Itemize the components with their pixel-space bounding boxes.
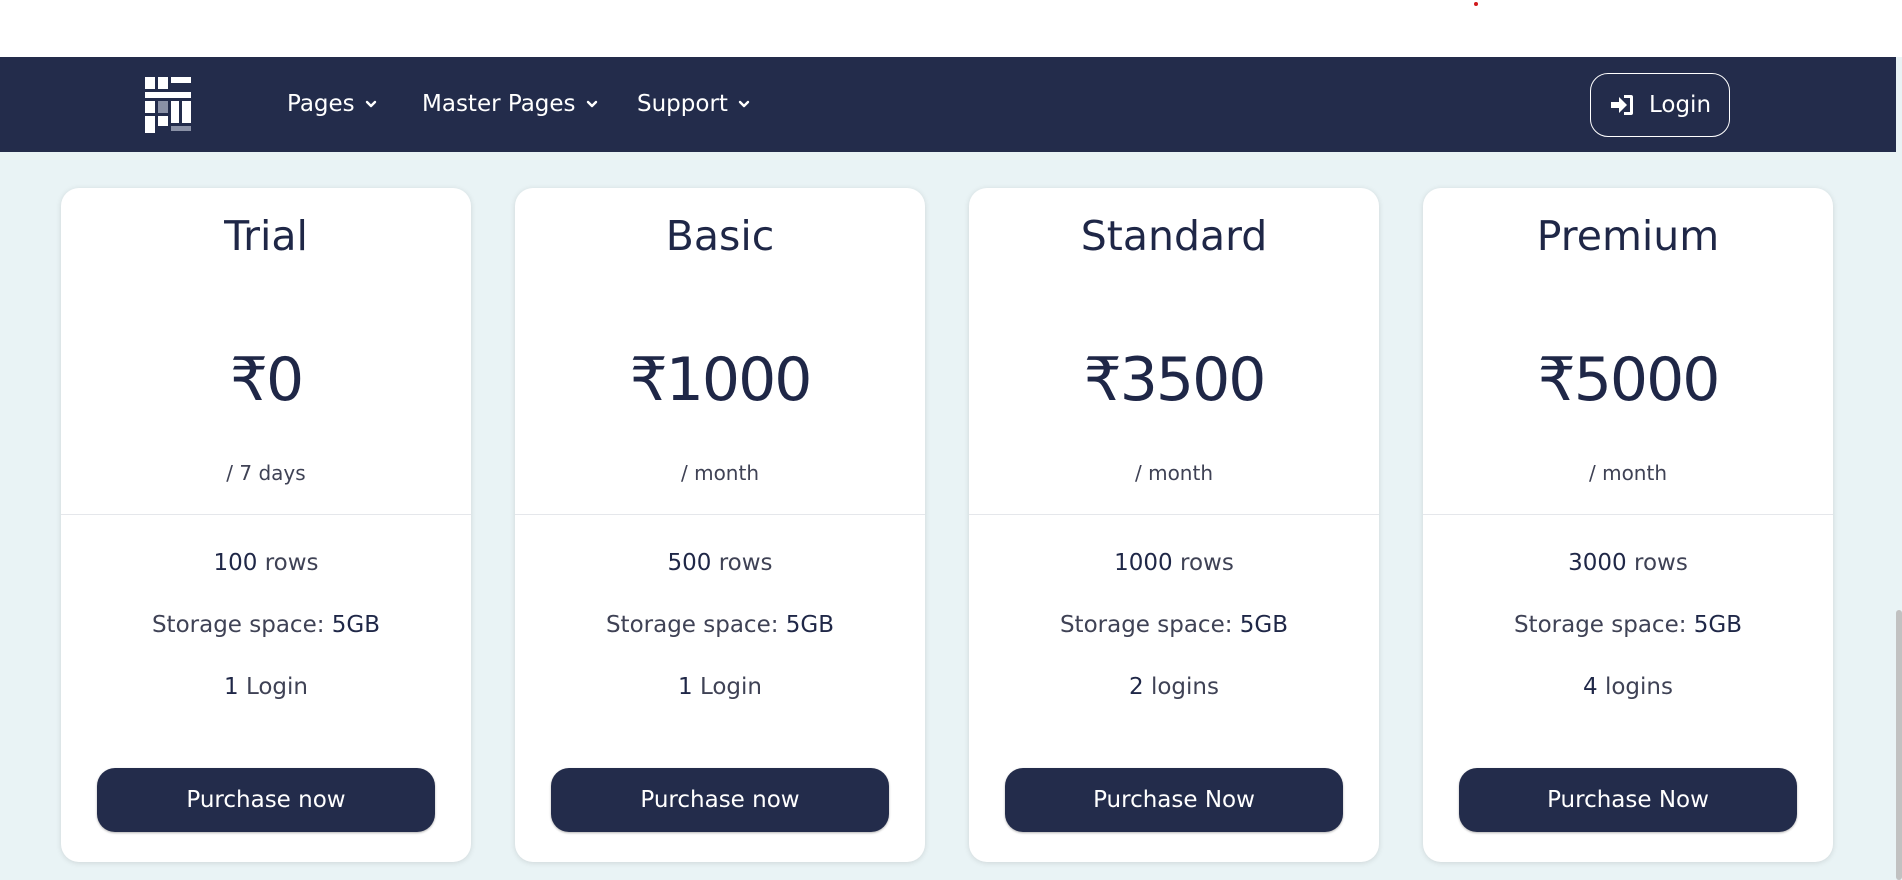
- login-label: Login: [1648, 92, 1712, 118]
- chevron-down-icon: [738, 100, 750, 108]
- feature-label: Storage space:: [1059, 612, 1233, 638]
- plan-name: Premium: [1536, 212, 1720, 260]
- red-dot: [1474, 2, 1478, 6]
- plan-period: / month: [1134, 461, 1213, 485]
- feature-value: 5GB: [785, 612, 835, 638]
- feature-label: logins: [1150, 674, 1219, 700]
- feature-storage: Storage space: 5GB: [61, 612, 471, 638]
- feature-rows: 3000 rows: [1423, 550, 1833, 576]
- navbar: Pages Master Pages Support Login: [0, 57, 1896, 152]
- feature-logins: 1 Login: [61, 674, 471, 700]
- feature-label: Login: [699, 674, 762, 700]
- pricing-card-trial: Trial ₹0 / 7 days 100 rows Storage space…: [61, 188, 471, 862]
- plan-price: ₹1000: [629, 345, 813, 415]
- feature-value: 500: [667, 550, 712, 576]
- feature-value: 5GB: [1693, 612, 1743, 638]
- nav-item-label: Pages: [287, 91, 355, 117]
- feature-value: 1: [677, 674, 693, 700]
- purchase-button[interactable]: Purchase Now: [1459, 768, 1797, 832]
- scrollbar-thumb[interactable]: [1896, 610, 1902, 880]
- nav-item-label: Support: [637, 91, 728, 117]
- chevron-down-icon: [586, 100, 597, 108]
- purchase-button[interactable]: Purchase now: [97, 768, 435, 832]
- card-divider: [515, 514, 925, 515]
- plan-period: / month: [1588, 461, 1667, 485]
- feature-label: Storage space:: [605, 612, 779, 638]
- card-divider: [61, 514, 471, 515]
- feature-value: 100: [213, 550, 258, 576]
- plan-name: Trial: [224, 212, 308, 260]
- feature-value: 1: [223, 674, 239, 700]
- nav-item-support[interactable]: Support: [637, 87, 751, 121]
- card-divider: [1423, 514, 1833, 515]
- feature-storage: Storage space: 5GB: [1423, 612, 1833, 638]
- sign-in-icon: [1610, 95, 1633, 115]
- card-divider: [969, 514, 1379, 515]
- feature-label: rows: [1180, 550, 1234, 576]
- feature-value: 5GB: [331, 612, 381, 638]
- feature-value: 1000: [1114, 550, 1173, 576]
- feature-logins: 4 logins: [1423, 674, 1833, 700]
- pricing-card-premium: Premium ₹5000 / month 3000 rows Storage …: [1423, 188, 1833, 862]
- plan-price: ₹3500: [1083, 345, 1267, 415]
- feature-label: Storage space:: [1513, 612, 1687, 638]
- login-button[interactable]: Login: [1590, 73, 1730, 137]
- pricing-card-basic: Basic ₹1000 / month 500 rows Storage spa…: [515, 188, 925, 862]
- logo-icon[interactable]: [145, 77, 191, 133]
- feature-logins: 1 Login: [515, 674, 925, 700]
- plan-price: ₹0: [229, 345, 304, 415]
- feature-label: rows: [718, 550, 773, 576]
- feature-label: Login: [245, 674, 308, 700]
- feature-label: rows: [1634, 550, 1688, 576]
- plan-price: ₹5000: [1537, 345, 1721, 415]
- purchase-button[interactable]: Purchase Now: [1005, 768, 1343, 832]
- plan-period: / month: [680, 461, 759, 485]
- pricing-card-standard: Standard ₹3500 / month 1000 rows Storage…: [969, 188, 1379, 862]
- feature-rows: 100 rows: [61, 550, 471, 576]
- feature-storage: Storage space: 5GB: [515, 612, 925, 638]
- nav-item-pages[interactable]: Pages: [287, 87, 378, 121]
- feature-label: rows: [264, 550, 319, 576]
- feature-label: logins: [1604, 674, 1673, 700]
- feature-value: 5GB: [1239, 612, 1289, 638]
- feature-value: 3000: [1568, 550, 1627, 576]
- plan-period: / 7 days: [226, 461, 306, 485]
- feature-label: Storage space:: [151, 612, 325, 638]
- chevron-down-icon: [365, 100, 376, 108]
- nav-item-label: Master Pages: [422, 91, 576, 117]
- feature-storage: Storage space: 5GB: [969, 612, 1379, 638]
- feature-rows: 500 rows: [515, 550, 925, 576]
- feature-logins: 2 logins: [969, 674, 1379, 700]
- feature-value: 4: [1583, 674, 1598, 700]
- plan-name: Standard: [1080, 212, 1268, 260]
- plan-name: Basic: [665, 212, 775, 260]
- purchase-button[interactable]: Purchase now: [551, 768, 889, 832]
- top-strip: [0, 0, 1902, 57]
- nav-item-master-pages[interactable]: Master Pages: [422, 87, 599, 121]
- feature-rows: 1000 rows: [969, 550, 1379, 576]
- feature-value: 2: [1129, 674, 1144, 700]
